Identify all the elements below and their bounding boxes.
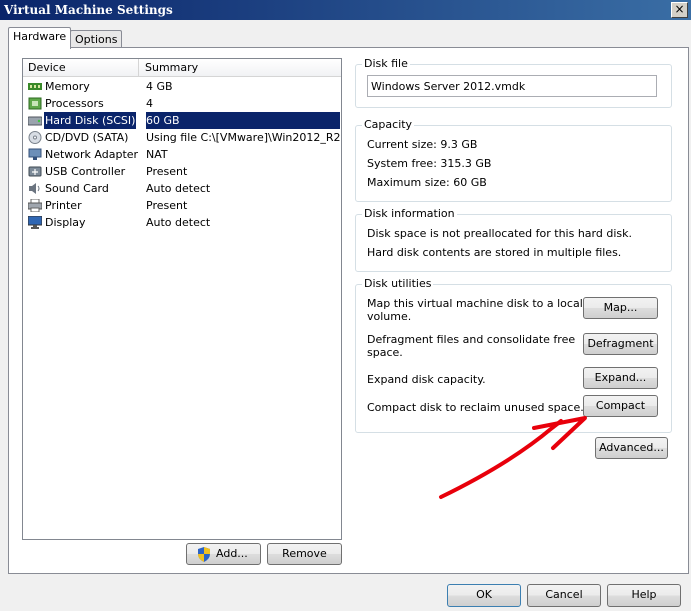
usb-icon <box>28 166 42 177</box>
device-summary: Present <box>146 199 188 212</box>
maximum-size-text: Maximum size: 60 GB <box>367 176 487 189</box>
compact-description: Compact disk to reclaim unused space. <box>367 401 584 414</box>
device-summary: Using file C:\[VMware]\Win2012_R2.... <box>146 131 340 144</box>
map-button[interactable]: Map... <box>583 297 658 319</box>
device-name: Network Adapter <box>45 148 139 161</box>
device-row-network-adapter[interactable]: Network Adapter NAT <box>24 146 340 163</box>
device-summary: 4 GB <box>146 80 173 93</box>
device-row-memory[interactable]: Memory 4 GB <box>24 78 340 95</box>
add-button[interactable]: Add... <box>186 543 261 565</box>
shield-icon <box>198 547 210 562</box>
remove-button-label: Remove <box>282 547 327 560</box>
display-icon <box>28 216 42 229</box>
device-list-header: Device Summary <box>23 59 341 77</box>
device-summary: Present <box>146 165 188 178</box>
tab-options-label: Options <box>75 33 118 46</box>
advanced-button[interactable]: Advanced... <box>595 437 668 459</box>
cancel-button[interactable]: Cancel <box>527 584 601 607</box>
remove-button[interactable]: Remove <box>267 543 342 565</box>
device-row-cd-dvd[interactable]: CD/DVD (SATA) Using file C:\[VMware]\Win… <box>24 129 340 146</box>
disk-info-line-1: Disk space is not preallocated for this … <box>367 227 632 240</box>
help-button[interactable]: Help <box>607 584 681 607</box>
defragment-button-label: Defragment <box>587 337 654 350</box>
tab-hardware[interactable]: Hardware <box>8 27 72 49</box>
hard-disk-icon <box>28 116 42 126</box>
map-button-label: Map... <box>603 301 638 314</box>
device-name: Hard Disk (SCSI) <box>44 112 137 129</box>
device-row-hard-disk[interactable]: Hard Disk (SCSI) 60 GB <box>24 112 340 129</box>
column-separator[interactable] <box>138 59 139 76</box>
disk-utilities-title: Disk utilities <box>362 277 434 290</box>
disk-information-title: Disk information <box>362 207 457 220</box>
network-adapter-icon <box>28 148 42 160</box>
defragment-button[interactable]: Defragment <box>583 333 658 355</box>
column-header-summary[interactable]: Summary <box>145 61 198 74</box>
device-name: Printer <box>45 199 82 212</box>
help-button-label: Help <box>631 588 657 601</box>
advanced-button-label: Advanced... <box>599 441 664 454</box>
map-description-line-1: Map this virtual machine disk to a local <box>367 297 583 310</box>
add-button-label: Add... <box>216 547 248 560</box>
device-row-sound-card[interactable]: Sound Card Auto detect <box>24 180 340 197</box>
printer-icon <box>28 199 42 212</box>
memory-icon <box>28 83 42 90</box>
defragment-description-line-1: Defragment files and consolidate free <box>367 333 576 346</box>
device-name: USB Controller <box>45 165 126 178</box>
device-name: CD/DVD (SATA) <box>45 131 129 144</box>
capacity-title: Capacity <box>362 118 415 131</box>
disk-info-line-2: Hard disk contents are stored in multipl… <box>367 246 622 259</box>
column-header-device[interactable]: Device <box>28 61 66 74</box>
defragment-description-line-2: space. <box>367 346 403 359</box>
current-size-text: Current size: 9.3 GB <box>367 138 478 151</box>
compact-button-label: Compact <box>595 399 646 412</box>
device-name: Memory <box>45 80 90 93</box>
disk-file-field[interactable] <box>367 75 657 97</box>
device-summary: 60 GB <box>146 112 340 129</box>
device-row-display[interactable]: Display Auto detect <box>24 214 340 231</box>
processor-icon <box>28 97 42 110</box>
cancel-button-label: Cancel <box>545 588 583 601</box>
device-row-printer[interactable]: Printer Present <box>24 197 340 214</box>
compact-button[interactable]: Compact <box>583 395 658 417</box>
device-row-processors[interactable]: Processors 4 <box>24 95 340 112</box>
system-free-text: System free: 315.3 GB <box>367 157 492 170</box>
device-list[interactable]: Device Summary Memory 4 GB Processors 4 … <box>22 58 342 540</box>
cd-dvd-icon <box>28 131 42 144</box>
device-row-usb-controller[interactable]: USB Controller Present <box>24 163 340 180</box>
disk-file-title: Disk file <box>362 57 410 70</box>
title-bar: Virtual Machine Settings × <box>0 0 691 20</box>
ok-button-label: OK <box>476 588 492 601</box>
device-summary: Auto detect <box>146 216 211 229</box>
expand-button[interactable]: Expand... <box>583 367 658 389</box>
device-summary: NAT <box>146 148 168 161</box>
expand-button-label: Expand... <box>594 371 647 384</box>
device-name: Processors <box>45 97 104 110</box>
device-summary: 4 <box>146 97 153 110</box>
window-title: Virtual Machine Settings <box>4 3 173 17</box>
close-icon: × <box>674 2 685 16</box>
ok-button[interactable]: OK <box>447 584 521 607</box>
capacity-group: Capacity Current size: 9.3 GB System fre… <box>355 118 672 202</box>
map-description-line-2: volume. <box>367 310 412 323</box>
sound-card-icon <box>29 183 40 194</box>
device-name: Display <box>45 216 86 229</box>
expand-description: Expand disk capacity. <box>367 373 486 386</box>
disk-information-group: Disk information Disk space is not preal… <box>355 207 672 272</box>
tab-hardware-label: Hardware <box>13 30 67 43</box>
close-button[interactable]: × <box>671 2 688 18</box>
device-summary: Auto detect <box>146 182 211 195</box>
device-name: Sound Card <box>45 182 109 195</box>
